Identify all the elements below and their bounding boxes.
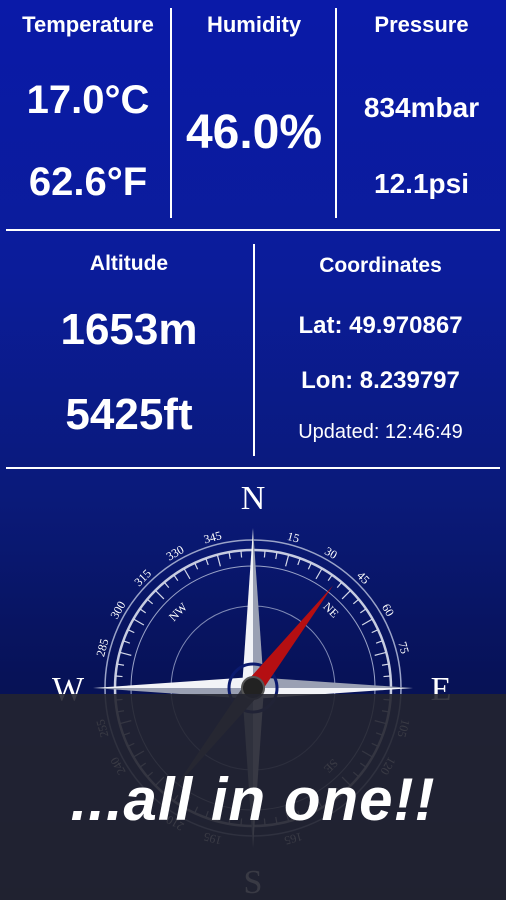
updated-time: Updated: 12:46:49 (298, 421, 463, 443)
compass-tick (297, 558, 301, 566)
divider (6, 229, 500, 231)
degree-label: 315 (131, 566, 154, 589)
compass-tick (315, 568, 323, 580)
compass-tick (359, 608, 367, 614)
compass-tick (127, 629, 135, 634)
northwest-label: NW (166, 600, 191, 625)
compass-tick (352, 598, 360, 605)
coordinates-title: Coordinates (319, 254, 442, 277)
degree-label: 15 (286, 529, 301, 546)
altitude-title: Altitude (89, 252, 169, 275)
compass-tick (173, 574, 179, 582)
humidity-title: Humidity (206, 12, 302, 37)
compass-tick (123, 640, 131, 644)
compass-tick (336, 581, 343, 589)
longitude-value: Lon: 8.239797 (301, 367, 460, 394)
latitude-value: Lat: 49.970867 (298, 312, 463, 339)
pressure-title: Pressure (374, 12, 469, 37)
compass-tick (263, 550, 266, 558)
compass-tick (163, 581, 170, 589)
pressure-mbar: 834mbar (363, 92, 480, 123)
humidity-value: 46.0% (185, 106, 323, 159)
temperature-celsius: 17.0°C (26, 78, 150, 122)
compass-tick (146, 598, 154, 605)
northeast-label: NE (320, 599, 341, 620)
north-label: N (241, 480, 266, 517)
temperature-title: Temperature (22, 12, 154, 37)
compass-tick (115, 675, 123, 678)
compass-tick (341, 589, 352, 600)
compass-tick (139, 608, 147, 614)
divider (6, 467, 500, 469)
altitude-feet: 5425ft (65, 390, 193, 439)
compass-tick (361, 618, 373, 626)
compass-tick (285, 554, 290, 567)
compass-tick (194, 562, 199, 570)
compass-tick (327, 574, 333, 582)
promo-tagline: ...all in one!! (70, 766, 436, 833)
degree-label: 330 (164, 542, 187, 563)
temperature-fahrenheit: 62.6°F (28, 160, 148, 204)
compass-tick (119, 651, 132, 656)
pressure-psi: 12.1psi (374, 168, 469, 199)
compass-tick (375, 640, 383, 644)
compass-tick (133, 618, 145, 626)
compass-tick (371, 629, 379, 634)
compass-tick (307, 562, 312, 570)
altitude-meters: 1653m (60, 305, 198, 354)
compass-tick (216, 554, 221, 567)
compass-tick (383, 675, 391, 678)
compass-tick (154, 589, 165, 600)
compass-tick (205, 558, 209, 566)
degree-label: 45 (354, 568, 372, 586)
compass-tick (374, 651, 387, 656)
degree-label: 75 (395, 640, 412, 655)
compass-tick (183, 568, 191, 580)
degree-label: 300 (107, 599, 128, 622)
compass-tick (240, 550, 243, 558)
